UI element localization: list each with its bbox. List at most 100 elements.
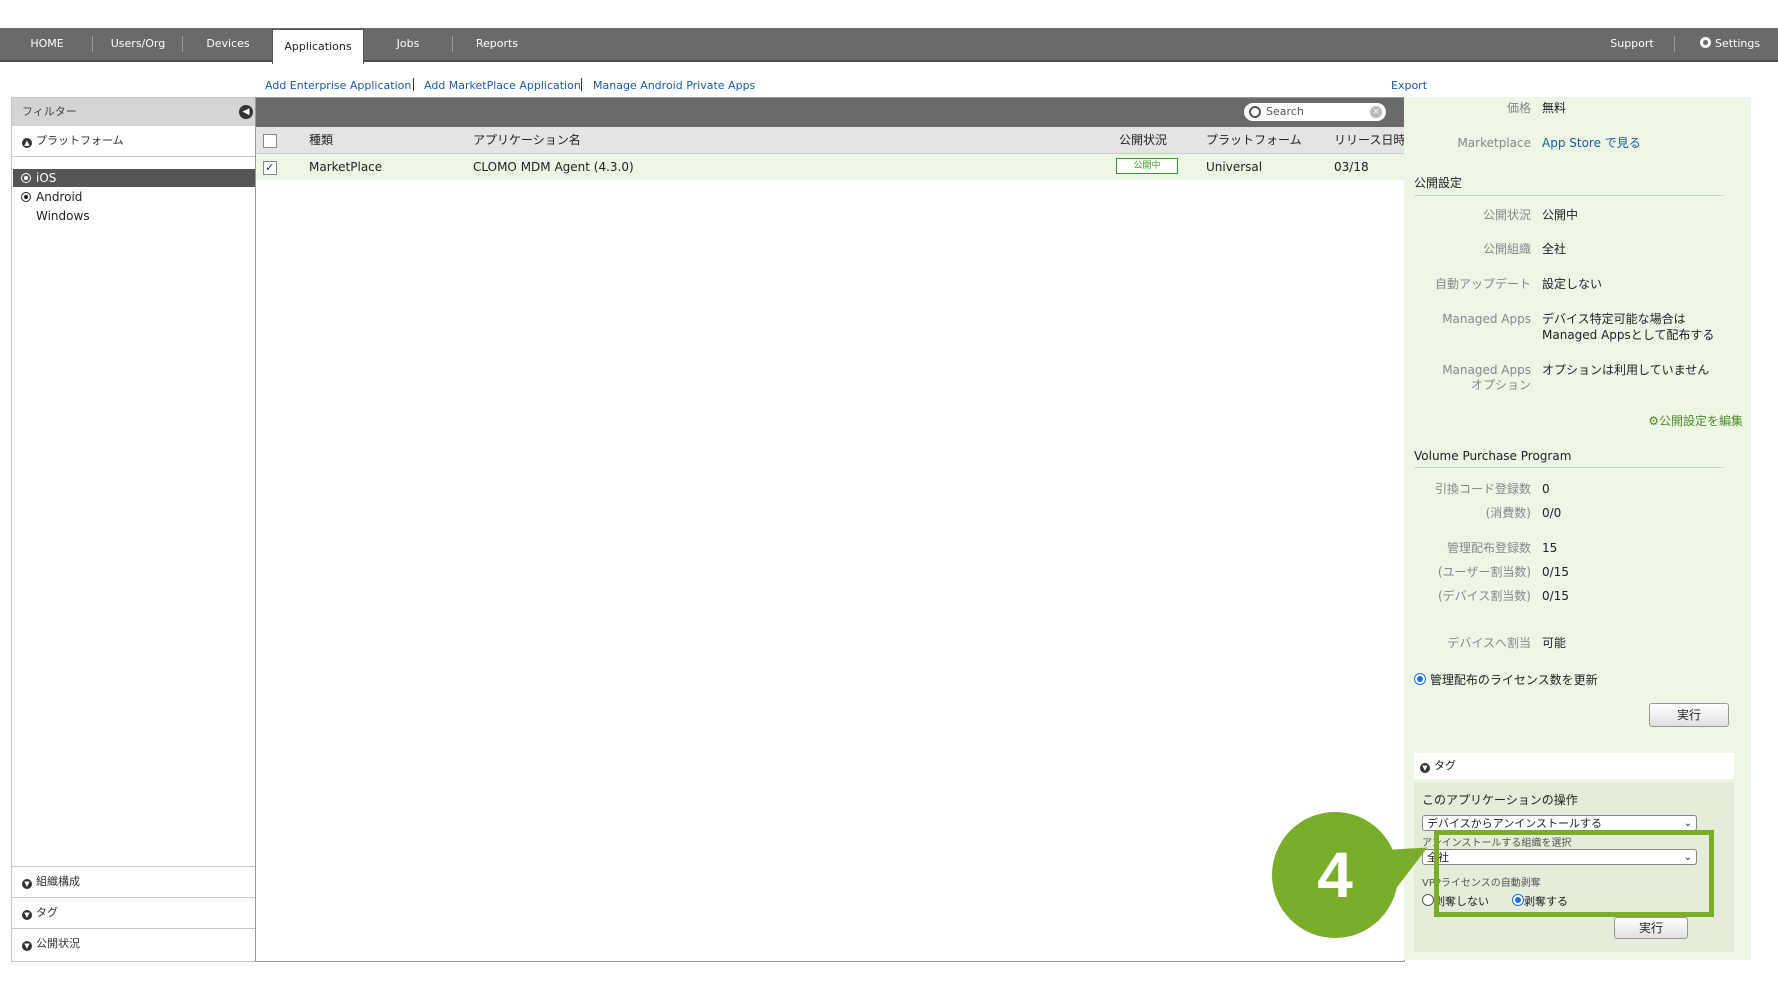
select-all-checkbox[interactable] [263,134,277,148]
cell-app-name: CLOMO MDM Agent (4.3.0) [473,160,634,174]
filter-header: フィルター ◀ [12,98,258,126]
auto-update-label: 自動アップデート [1434,277,1531,291]
table-row[interactable]: MarketPlace CLOMO MDM Agent (4.3.0) 公開中 … [256,154,1404,181]
manage-android-private-apps-link[interactable]: Manage Android Private Apps [593,79,755,92]
publish-org-value: 全社 [1542,242,1567,256]
edit-icon: ⚙ [1648,414,1659,428]
top-nav: HOME Users/Org Devices Applications Jobs… [0,28,1778,64]
redeem-code-label: 引換コード登録数 [1434,482,1531,496]
chevron-up-icon: ▲ [22,138,32,148]
collapse-left-icon[interactable]: ◀ [239,105,253,119]
settings-link[interactable]: Settings [1690,28,1770,60]
highlight-box [1434,830,1714,917]
section-label: 公開状況 [36,937,80,950]
cell-type: MarketPlace [309,160,383,174]
status-badge: 公開中 [1116,158,1178,174]
nav-divider [182,36,183,52]
col-app-name[interactable]: アプリケーション名 [473,127,581,153]
update-license-option[interactable]: 管理配布のライセンス数を更新 [1414,671,1598,688]
search-icon [1249,106,1261,118]
chevron-down-icon: ⌄ [1683,818,1692,829]
settings-label: Settings [1714,37,1761,50]
cell-platform: Universal [1206,160,1263,174]
step-number-badge: 4 [1272,812,1398,938]
radio-icon [1422,894,1434,906]
filter-panel: フィルター ◀ ▲ プラットフォーム iOS Android Windows ▼ 組… [11,97,259,962]
price-value: 無料 [1542,101,1567,115]
device-alloc-label: デバイスへ割当 [1447,636,1531,650]
execute-operation-button[interactable]: 実行 [1614,917,1688,939]
platform-item-ios[interactable]: iOS [13,169,255,187]
support-link[interactable]: Support [1596,28,1668,60]
section-label: 組織構成 [36,875,80,888]
section-label: タグ [36,906,58,919]
add-enterprise-app-link[interactable]: Add Enterprise Application [265,79,411,92]
tag-section-header[interactable]: ▼ タグ [12,898,258,929]
org-section-header[interactable]: ▼ 組織構成 [12,867,258,898]
search-placeholder: Search [1266,105,1304,118]
tag-section-header[interactable]: ▼ タグ [1414,753,1734,779]
tab-users-org[interactable]: Users/Org [100,28,176,60]
platform-label: Windows [36,209,90,223]
filter-bottom-sections: ▼ 組織構成 ▼ タグ ▼ 公開状況 [12,866,258,959]
operation-select[interactable]: デバイスからアンインストールする ⌄ [1422,815,1697,831]
user-assign-label: (ユーザー割当数) [1437,565,1531,579]
managed-options-value: オプションは利用していません [1542,363,1710,377]
tag-section-label: タグ [1434,759,1456,772]
consumed-label: (消費数) [1485,506,1531,520]
vpp-header: Volume Purchase Program [1414,449,1724,468]
managed-reg-label: 管理配布登録数 [1446,541,1531,555]
tab-home[interactable]: HOME [10,28,84,60]
subnav-divider [413,78,414,91]
publish-status-section-header[interactable]: ▼ 公開状況 [12,929,258,959]
tab-jobs[interactable]: Jobs [372,28,444,60]
app-store-link[interactable]: App Store で見る [1542,136,1641,151]
managed-options-label-line1: Managed Apps [1442,363,1531,377]
redeem-code-value: 0 [1542,482,1550,496]
search-input[interactable]: Search × [1244,103,1386,121]
managed-reg-value: 15 [1542,541,1558,555]
table-header: 種類 アプリケーション名 公開状況 プラットフォーム リリース日時 [256,127,1405,154]
device-alloc-value: 可能 [1542,636,1567,650]
col-platform[interactable]: プラットフォーム [1206,127,1302,153]
platform-section-label: プラットフォーム [36,134,124,147]
price-label: 価格 [1506,101,1531,115]
export-link[interactable]: Export [1391,79,1427,92]
clear-icon[interactable]: × [1370,106,1382,118]
tab-devices[interactable]: Devices [190,28,266,60]
execute-button[interactable]: 実行 [1649,703,1729,727]
platform-label: Android [36,190,83,204]
chevron-down-icon: ▼ [22,910,32,920]
radio-icon [21,192,31,202]
device-assign-value: 0/15 [1542,589,1569,603]
chevron-down-icon: ▼ [22,941,32,951]
application-list: Search × 種類 アプリケーション名 公開状況 プラットフォーム リリース… [255,97,1405,962]
publish-settings-header: 公開設定 [1414,174,1724,196]
col-release[interactable]: リリース日時 [1334,127,1405,153]
tab-reports[interactable]: Reports [460,28,534,60]
consumed-value: 0/0 [1542,506,1562,520]
radio-selected-icon [21,173,31,183]
tab-applications[interactable]: Applications [272,29,364,64]
row-checkbox[interactable] [263,155,277,181]
platform-section-header[interactable]: ▲ プラットフォーム [12,126,258,157]
user-assign-value: 0/15 [1542,565,1569,579]
managed-apps-value-line2: Managed Appsとして配布する [1542,328,1715,342]
list-toolbar: Search × [256,98,1404,127]
edit-publish-settings-link[interactable]: ⚙公開設定を編集 [1648,412,1743,429]
filter-title: フィルター [22,105,77,118]
publish-status-label: 公開状況 [1482,208,1531,222]
managed-apps-value-line1: デバイス特定可能な場合は [1542,312,1686,326]
nav-divider [1674,36,1675,52]
gear-icon [1699,37,1711,48]
managed-options-label-line2: オプション [1470,378,1531,392]
update-license-label: 管理配布のライセンス数を更新 [1429,673,1598,687]
platform-item-windows[interactable]: Windows [13,207,255,225]
col-type[interactable]: 種類 [309,127,333,153]
publish-status-value: 公開中 [1542,208,1579,222]
platform-item-android[interactable]: Android [13,188,255,206]
add-marketplace-app-link[interactable]: Add MarketPlace Application [424,79,581,92]
chevron-down-icon: ▼ [22,879,32,889]
chevron-down-icon: ▼ [1420,763,1430,773]
col-status[interactable]: 公開状況 [1119,127,1167,153]
